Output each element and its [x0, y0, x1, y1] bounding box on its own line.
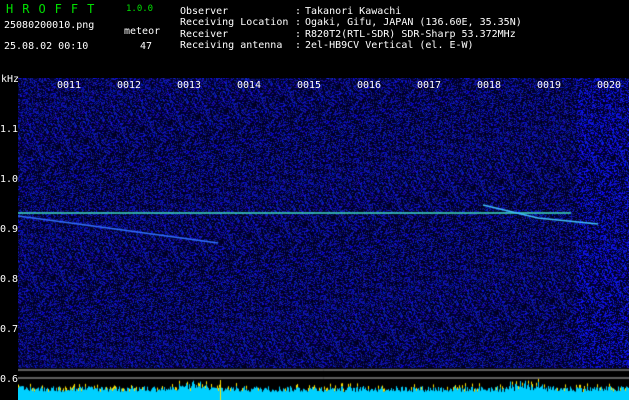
header-panel: HROFFT 1.0.0 25080200010.png 25.08.02 00… — [0, 0, 629, 78]
meteor-label: meteor — [124, 26, 161, 37]
antenna-sep: : — [295, 40, 302, 51]
spectrogram-canvas — [18, 78, 629, 400]
observer-label: Observer — [180, 6, 229, 17]
app-version: 1.0.0 — [126, 4, 154, 14]
y-tick-1-0: 1.0 — [0, 174, 19, 185]
location-label: Receiving Location — [180, 17, 289, 28]
y-tick-0-9: 0.9 — [0, 224, 19, 235]
observer-sep: : — [295, 6, 302, 17]
antenna-value: 2el-HB9CV Vertical (el. E-W) — [305, 40, 474, 51]
file-datetime: 25.08.02 00:10 — [4, 41, 89, 52]
x-tick-0018: 0018 — [477, 80, 502, 91]
y-tick-0-6: 0.6 — [0, 374, 19, 385]
x-tick-0019: 0019 — [537, 80, 562, 91]
antenna-label: Receiving antenna — [180, 40, 283, 51]
meteor-count: 47 — [140, 41, 153, 52]
file-name: 25080200010.png — [4, 20, 95, 31]
receiver-sep: : — [295, 29, 302, 40]
x-tick-0020: 0020 — [597, 80, 622, 91]
observer-value: Takanori Kawachi — [305, 6, 402, 17]
x-tick-0012: 0012 — [117, 80, 142, 91]
x-tick-0016: 0016 — [357, 80, 382, 91]
x-tick-0015: 0015 — [297, 80, 322, 91]
receiver-value: R820T2(RTL-SDR) SDR-Sharp 53.372MHz — [305, 29, 516, 40]
location-value: Ogaki, Gifu, JAPAN (136.60E, 35.35N) — [305, 17, 522, 28]
y-tick-0-7: 0.7 — [0, 324, 19, 335]
x-tick-0011: 0011 — [57, 80, 82, 91]
x-tick-0014: 0014 — [237, 80, 262, 91]
y-tick-1-1: 1.1 — [0, 124, 19, 135]
receiver-label: Receiver — [180, 29, 229, 40]
spectrogram-plot — [18, 78, 629, 400]
x-tick-0013: 0013 — [177, 80, 202, 91]
app-logo: HROFFT — [6, 2, 104, 16]
y-tick-0-8: 0.8 — [0, 274, 19, 285]
location-sep: : — [295, 17, 302, 28]
x-tick-0017: 0017 — [417, 80, 442, 91]
y-axis-unit: kHz — [1, 74, 20, 85]
